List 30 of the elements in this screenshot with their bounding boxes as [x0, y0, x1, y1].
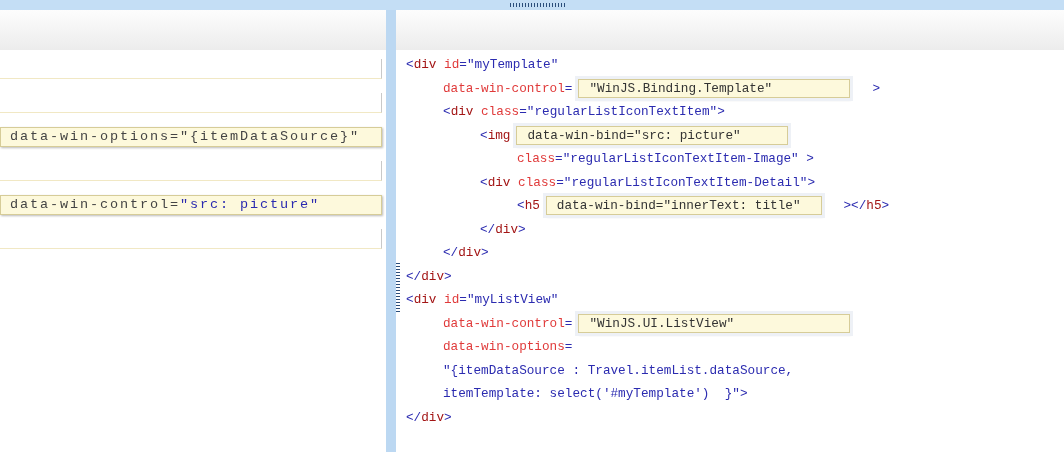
empty-slot[interactable] — [0, 59, 382, 79]
code-text: </div> — [480, 221, 526, 237]
empty-slot[interactable] — [0, 93, 382, 113]
code-text: <div id="myTemplate" — [406, 57, 559, 73]
drop-target[interactable]: data-win-bind="src: picture" — [516, 125, 789, 145]
code-text: </div> — [443, 245, 489, 261]
code-text: data-win-control= — [443, 80, 573, 96]
code-text: > — [872, 80, 881, 96]
drop-target[interactable]: "WinJS.Binding.Template" — [578, 78, 851, 98]
code-text: <div id="myListView" — [406, 292, 559, 308]
code-text: <h5 — [517, 198, 540, 214]
code-text: <div class="regularListIconTextItem-Detail"> — [480, 174, 816, 190]
code-text: "{itemDataSource : Travel.itemList.dataSource, — [443, 362, 794, 378]
empty-slot[interactable] — [0, 229, 382, 249]
answer-option[interactable]: data-win-control="src: picture" — [0, 195, 382, 215]
resize-grip[interactable] — [509, 3, 565, 7]
answer-option[interactable]: data-win-options="{itemDataSource}" — [0, 127, 382, 147]
drop-target[interactable]: "WinJS.UI.ListView" — [578, 313, 851, 333]
drop-target[interactable]: data-win-bind="innerText: title" — [545, 196, 822, 216]
code-text: </div> — [406, 409, 452, 425]
resize-grip[interactable] — [396, 262, 400, 312]
code-text: data-win-control= — [443, 315, 573, 331]
code-text: class="regularListIconTextItem-Image" > — [517, 151, 814, 167]
empty-slot[interactable] — [0, 161, 382, 181]
code-text: <img — [480, 127, 511, 143]
code-text: </div> — [406, 268, 452, 284]
code-text: <div class="regularListIconTextItem"> — [443, 104, 725, 120]
code-text: data-win-options= — [443, 339, 573, 355]
code-text: itemTemplate: select('#myTemplate') }"> — [443, 386, 748, 402]
code-text: ></h5> — [843, 198, 890, 214]
